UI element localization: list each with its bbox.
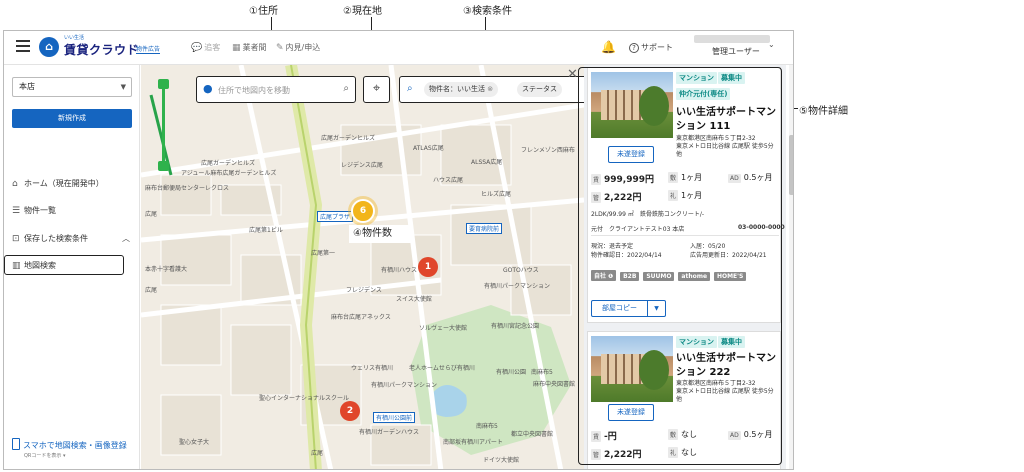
- map-label: 聖心インターナショナルスクール: [259, 395, 350, 402]
- building-icon: ▦: [232, 43, 241, 53]
- nav-item-naiken[interactable]: ✎ 内見/申込: [276, 42, 320, 53]
- map-label: 有栖川パークマンション: [371, 382, 438, 389]
- annotation-address: ①住所: [249, 6, 278, 17]
- map-label: 広尾プラザ: [317, 211, 354, 222]
- map-label: 有栖川公園: [496, 369, 527, 376]
- map-label: 南麻布5: [531, 369, 553, 376]
- top-bar: ⌂ いい生活 賃貸クラウド 物件広告 💬 追客 ▦ 業者間 ✎ 内見/申込 🔔 ? サポ…: [4, 31, 793, 65]
- map-label: ウェリス有栖川: [351, 365, 394, 372]
- map-label: 広尾: [311, 450, 324, 457]
- sidebar-item-map-search[interactable]: ▥ 地図検索: [12, 260, 56, 271]
- map-label: 聖心女子大: [179, 439, 210, 446]
- annotation-current-location: ②現在地: [343, 6, 382, 17]
- panel-scrollbar[interactable]: [789, 65, 793, 469]
- map-label: 麻布台広尾アネックス: [331, 314, 391, 321]
- zoom-slider[interactable]: [158, 79, 169, 171]
- chevron-down-icon[interactable]: ⌄: [768, 40, 775, 49]
- map-cluster-marker[interactable]: 1: [418, 257, 438, 277]
- map-label: 有栖川宮記念公園: [491, 323, 540, 330]
- map-label: 広尾: [145, 211, 158, 218]
- map-label: 有栖川公園前: [373, 412, 416, 423]
- map-label: ヒルズ広尾: [481, 191, 512, 198]
- map-label: フレンメゾン西麻布: [521, 147, 575, 154]
- map-label: 有栖川ハウス: [381, 267, 418, 274]
- current-location-button[interactable]: ⌖: [363, 76, 390, 103]
- map-label: 広尾ガーデンヒルズ: [321, 135, 376, 142]
- map-label: 麻布中央図書館: [533, 381, 576, 388]
- clear-icon[interactable]: ⊗: [487, 85, 493, 93]
- new-create-button[interactable]: 新規作成: [12, 109, 132, 128]
- map-label: 広尾: [145, 287, 158, 294]
- logo-small: いい生活: [64, 35, 85, 41]
- annotation-property-details: ⑤物件詳細: [799, 106, 848, 117]
- map-area[interactable]: 広尾ガーデンヒルズ アジュール麻布広尾ガーデンヒルズ 麻布台郵便局センターレクロ…: [141, 65, 584, 469]
- map-label: ハウス広尾: [433, 177, 464, 184]
- smartphone-icon: [12, 438, 20, 450]
- sidebar: 本店 ▼ 新規作成 ⌂ ホーム（現在開発中） ☰ 物件一覧 ⊡ 保存した検索条件 ︿ …: [4, 65, 140, 469]
- search-conditions-bar[interactable]: ⌕ 物件名：いい生活 ⊗ ステータス: [399, 76, 584, 103]
- map-label: GOTOハウス: [503, 267, 539, 274]
- map-label: 老人ホームせらび有栖川: [409, 365, 475, 372]
- annotation-property-count: ④物件数: [349, 225, 413, 243]
- user-name[interactable]: 管理ユーザー: [712, 46, 760, 57]
- map-label: 広尾第1ビル: [249, 227, 283, 234]
- chevron-up-icon[interactable]: ︿: [122, 233, 130, 244]
- filter-chip[interactable]: ステータス: [517, 82, 562, 97]
- address-search-input[interactable]: ● 住所で地図内を移動 ⌕: [196, 76, 356, 103]
- sidebar-item-home[interactable]: ⌂ ホーム（現在開発中）: [12, 178, 104, 189]
- map-icon: ▥: [12, 261, 21, 271]
- app-promo-link[interactable]: スマホで地図検索・画像登録: [12, 438, 127, 451]
- crosshair-icon: ⌖: [372, 81, 381, 96]
- map-label: ALSSA広尾: [471, 159, 503, 166]
- sidebar-item-saved-search[interactable]: ⊡ 保存した検索条件: [12, 233, 88, 244]
- sidebar-item-property-list[interactable]: ☰ 物件一覧: [12, 205, 56, 216]
- home-icon: ⌂: [12, 179, 18, 189]
- filter-chip[interactable]: 物件名：いい生活 ⊗: [424, 82, 499, 97]
- map-label: 本赤十字看護大: [145, 266, 188, 273]
- pen-icon: ✎: [276, 43, 284, 53]
- search-icon: ⌕: [407, 83, 413, 94]
- dropdown-arrow-icon: ▼: [120, 83, 126, 91]
- map-cluster-marker[interactable]: 6: [351, 199, 375, 223]
- qr-code-toggle[interactable]: QRコードを表示 ▾: [24, 452, 66, 459]
- logo-badge: 物件広告: [136, 46, 161, 54]
- map-label: 有栖川ガーデンハウス: [359, 429, 420, 436]
- nav-item-gyoshakan[interactable]: ▦ 業者間: [232, 42, 267, 53]
- map-label: ソルヴェー大使館: [419, 325, 468, 332]
- map-label: 広尾第一: [311, 250, 336, 257]
- store-select[interactable]: 本店 ▼: [12, 77, 132, 97]
- map-label: 要育病院前: [466, 223, 503, 234]
- map-label: フレジデンス: [346, 287, 382, 294]
- map-label: 南部坂有栖川アパート: [443, 439, 503, 446]
- saved-search-icon: ⊡: [12, 234, 20, 244]
- close-icon[interactable]: ✕: [567, 67, 578, 82]
- help-icon: ?: [629, 43, 639, 53]
- map-label: 有栖川パークマンション: [484, 283, 551, 290]
- list-icon: ☰: [12, 206, 21, 216]
- property-detail-frame: [578, 67, 782, 465]
- chat-icon: 💬: [191, 43, 203, 53]
- map-label: 都立中央図書館: [511, 431, 554, 438]
- map-label: ドイツ大使館: [483, 457, 520, 464]
- menu-icon[interactable]: [16, 40, 30, 52]
- user-org-blurred: [694, 35, 770, 43]
- logo-title: 賃貸クラウド: [64, 43, 140, 57]
- map-label: 広尾ガーデンヒルズ: [201, 160, 256, 167]
- support-link[interactable]: ? サポート: [629, 42, 673, 53]
- map-label: レジデンス広尾: [341, 162, 383, 169]
- bell-icon[interactable]: 🔔: [601, 40, 616, 54]
- logo-icon: ⌂: [39, 37, 59, 57]
- search-placeholder: 住所で地図内を移動: [218, 86, 290, 95]
- search-icon[interactable]: ⌕: [343, 83, 349, 94]
- map-label: アジュール麻布広尾ガーデンヒルズ: [181, 170, 277, 177]
- map-label: 南麻布5: [476, 423, 498, 430]
- location-pin-icon: ●: [203, 82, 213, 95]
- map-label: ATLAS広尾: [413, 145, 444, 152]
- map-label: 麻布台郵便局センターレクロス: [145, 185, 230, 192]
- annotation-search-conditions: ③検索条件: [463, 6, 512, 17]
- nav-item-tsuikyaku[interactable]: 💬 追客: [191, 42, 220, 53]
- map-label: スイス大使館: [396, 296, 432, 303]
- map-cluster-marker[interactable]: 2: [340, 401, 360, 421]
